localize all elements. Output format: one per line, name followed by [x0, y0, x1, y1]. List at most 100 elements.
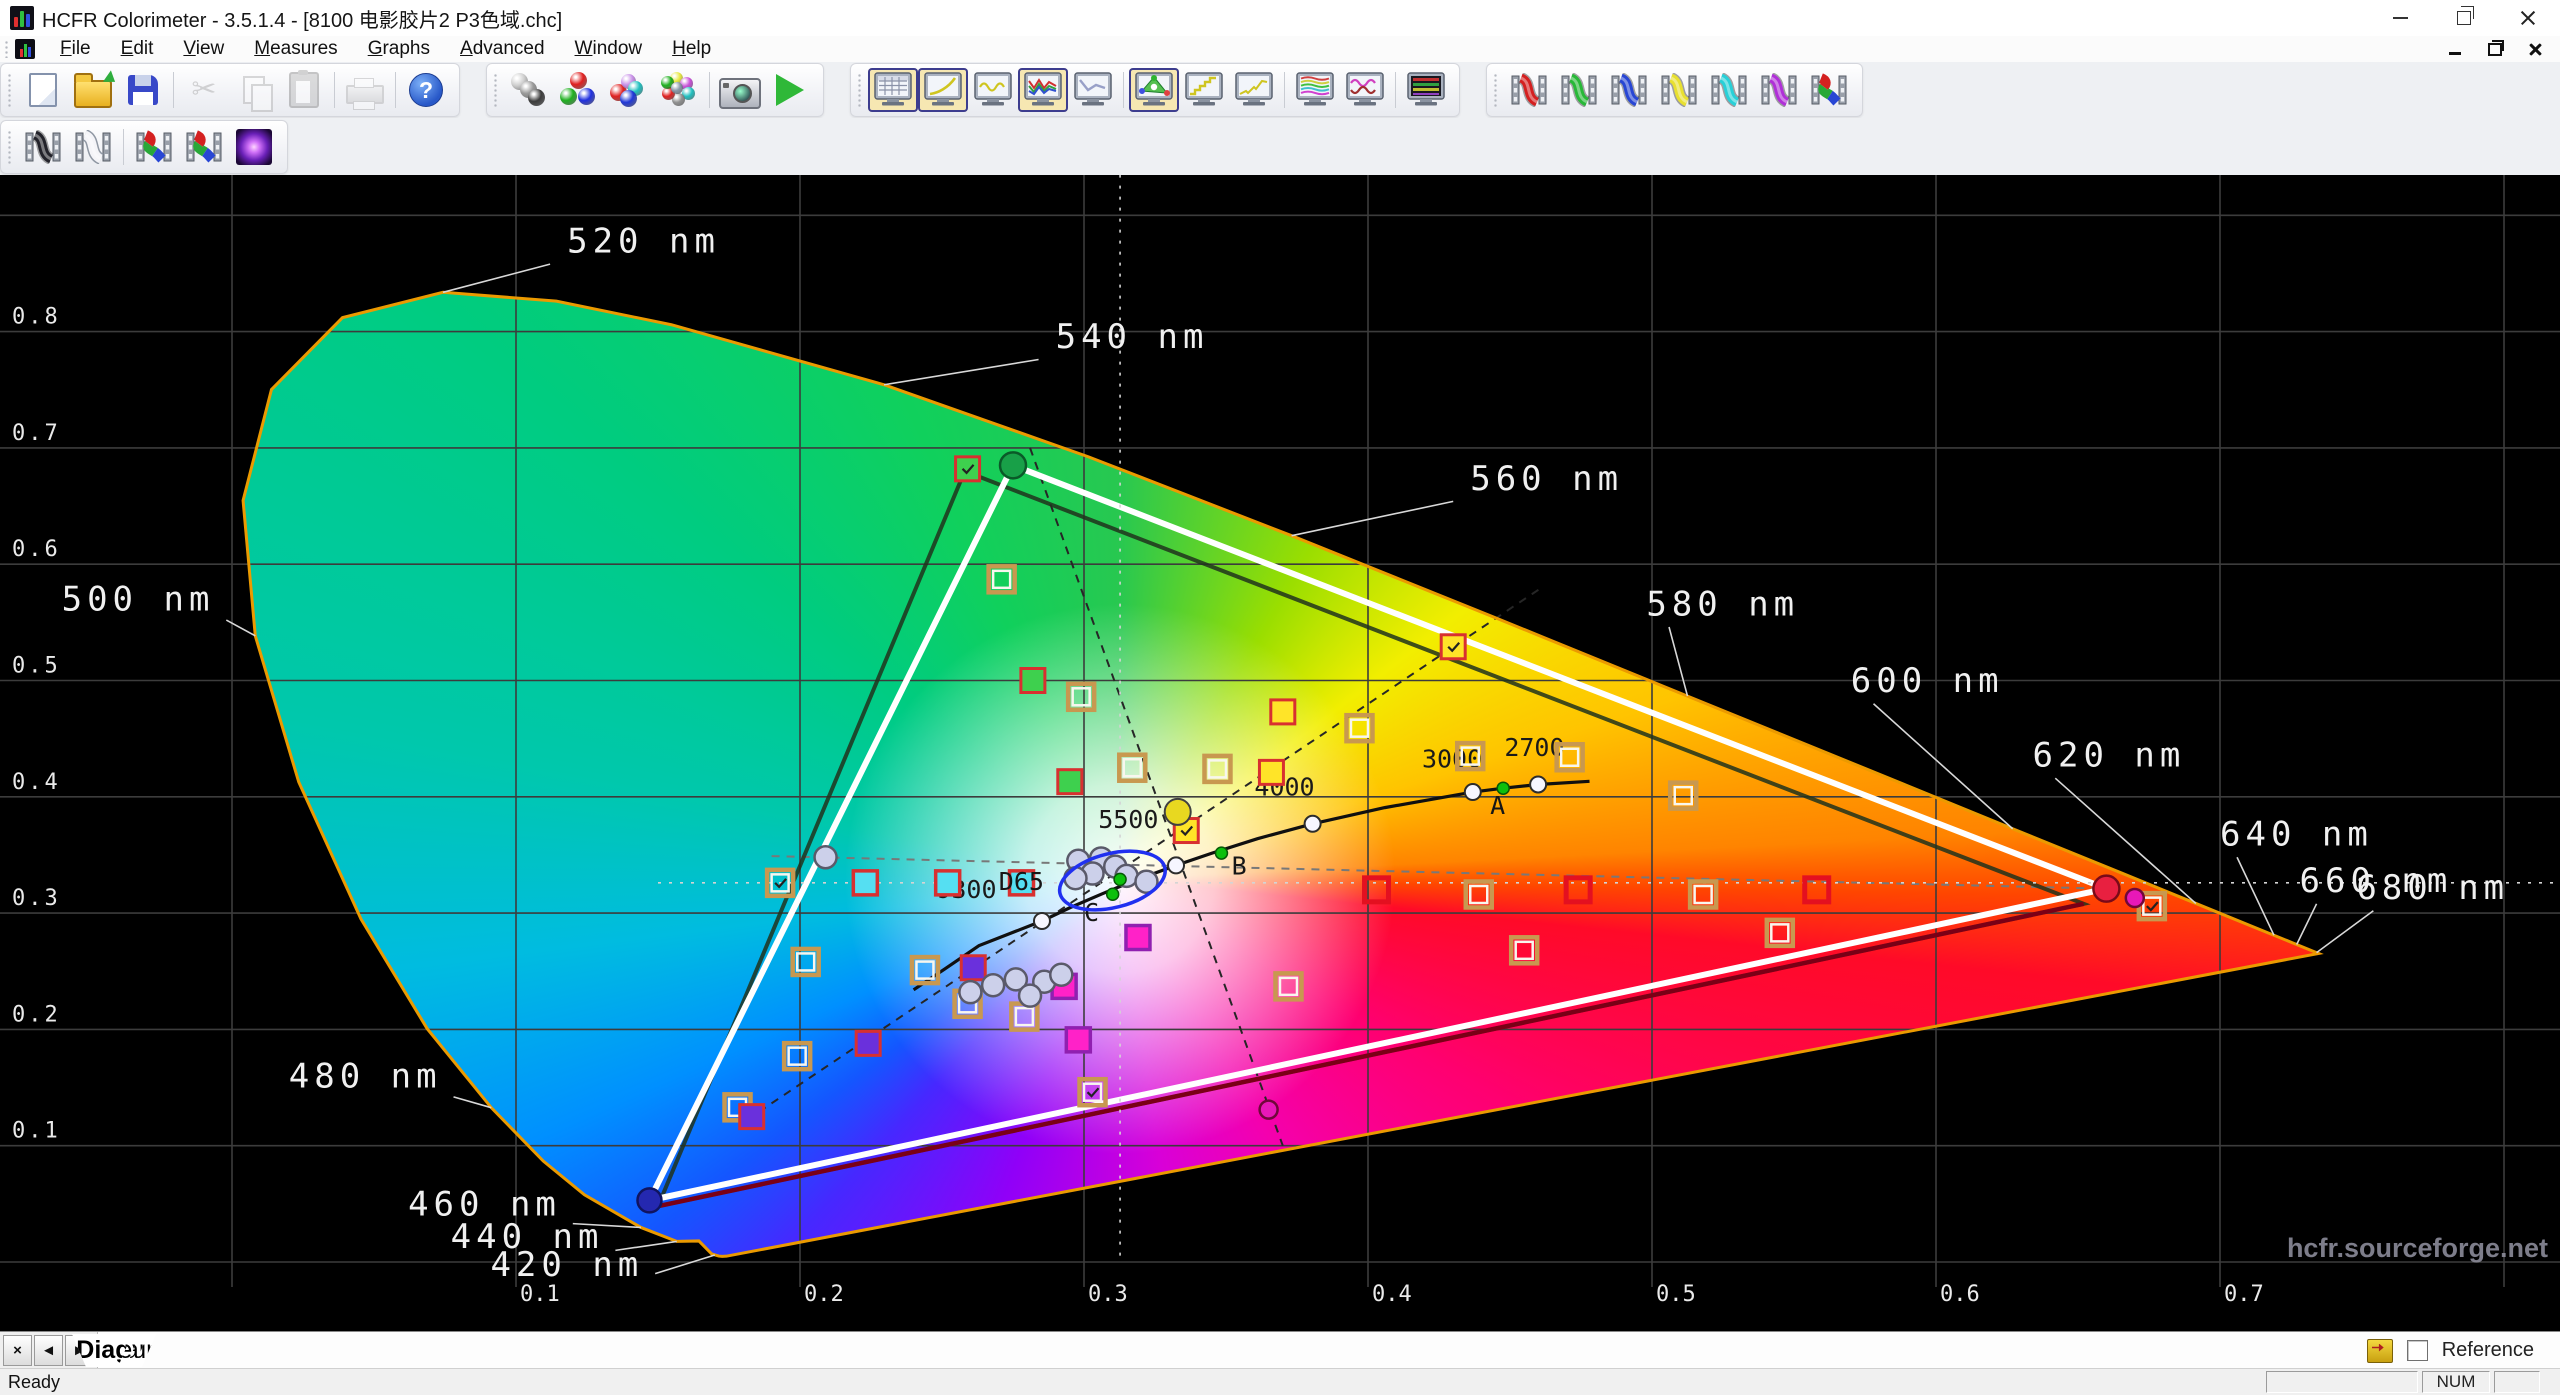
minimize-button[interactable] — [2368, 0, 2432, 36]
wavelength-label: 600 nm — [1851, 661, 2004, 701]
measure-blue-button[interactable] — [1604, 68, 1654, 112]
mdi-restore-button[interactable] — [2484, 39, 2506, 58]
floppy-icon — [128, 75, 158, 105]
cie-chart-overlay: 9300550040003000 2700ABCD65520 nm540 nm56… — [0, 175, 2560, 1307]
magenta-point-marker — [1258, 1099, 1279, 1120]
view-rgb-levels-button[interactable] — [1018, 68, 1068, 112]
measure-white-button[interactable] — [68, 125, 118, 169]
view-wave-button[interactable] — [968, 68, 1018, 112]
measure-magenta-button[interactable] — [1754, 68, 1804, 112]
menu-advanced[interactable]: Advanced — [445, 37, 560, 61]
measure-yellow-button[interactable] — [1654, 68, 1704, 112]
document-icon[interactable] — [15, 39, 35, 59]
status-bar: Ready NUM — [0, 1368, 2560, 1395]
about-button[interactable]: ? — [401, 68, 451, 112]
film-black-icon — [25, 129, 61, 164]
toolbar-grip — [493, 73, 498, 107]
illuminant-d65-point — [1113, 872, 1127, 887]
cie-diagram-view[interactable]: 9300 5500 4000 3000 2700 A B C D65 520 nm 540 nm 56… — [0, 175, 2560, 1331]
film-red-icon — [1511, 73, 1547, 107]
view-noise-button[interactable] — [1340, 68, 1390, 112]
status-pane-extra — [2494, 1371, 2540, 1393]
measure-point — [1257, 758, 1285, 786]
measure-point — [954, 455, 982, 483]
y-axis-tick-label: 0.5 — [12, 654, 61, 679]
measure-point — [959, 954, 987, 982]
menu-help[interactable]: Help — [657, 37, 726, 61]
measured-yellow-point — [1163, 797, 1192, 826]
view-display-button[interactable] — [1401, 68, 1451, 112]
monitor-bands-icon — [1296, 72, 1334, 106]
menu-file[interactable]: File — [45, 37, 106, 61]
cut-button[interactable]: ✂ — [179, 68, 229, 112]
minimize-icon — [2392, 17, 2408, 19]
measure-point — [787, 1046, 807, 1066]
measure-green-button[interactable] — [1554, 68, 1604, 112]
illuminant-b-point — [1214, 846, 1229, 860]
tab-close-button[interactable]: × — [3, 1335, 32, 1366]
toolbar-row-1: ✂? — [0, 62, 2560, 119]
x-axis-tick-label: 0.5 — [1656, 1282, 1696, 1307]
y-axis-tick-label: 0.7 — [12, 421, 61, 446]
view-measures-button[interactable] — [868, 68, 918, 112]
measure-point — [1770, 923, 1790, 943]
toolbar-separator — [395, 72, 396, 108]
color-temperature-point — [1167, 856, 1186, 875]
open-file-button[interactable] — [68, 68, 118, 112]
measure-all-colors-button[interactable] — [654, 68, 704, 112]
menu-view[interactable]: View — [168, 37, 239, 61]
close-icon — [2520, 10, 2536, 26]
toolbar-separator — [1123, 72, 1124, 108]
magenta-point-marker — [2124, 887, 2146, 909]
wavelength-leader-line — [2295, 903, 2318, 945]
view-luminance-button[interactable] — [1068, 68, 1118, 112]
run-measures-button[interactable] — [765, 68, 815, 112]
measure-red-button[interactable] — [1504, 68, 1554, 112]
mdi-close-button[interactable] — [2524, 40, 2546, 58]
blue-primary-marker — [636, 1187, 663, 1214]
red-primary-marker — [2092, 874, 2121, 903]
wavelength-label: 560 nm — [1470, 459, 1623, 499]
measure-point — [915, 960, 935, 980]
close-button[interactable] — [2496, 0, 2560, 36]
paste-button[interactable] — [279, 68, 329, 112]
menu-measures[interactable]: Measures — [239, 37, 352, 61]
menu-edit[interactable]: Edit — [106, 37, 169, 61]
snapshot-button[interactable] — [715, 68, 765, 112]
measure-grayscale-button[interactable] — [504, 68, 554, 112]
save-button[interactable] — [118, 68, 168, 112]
restore-button[interactable] — [2432, 0, 2496, 36]
measure-near-black-button[interactable] — [129, 125, 179, 169]
copy-button[interactable] — [229, 68, 279, 112]
new-file-button[interactable] — [18, 68, 68, 112]
measure-near-white-button[interactable] — [179, 125, 229, 169]
wavelength-leader-line — [2316, 910, 2374, 954]
menu-window[interactable]: Window — [560, 37, 658, 61]
mdi-close-icon — [2529, 43, 2542, 56]
measure-point — [1056, 768, 1084, 796]
measure-black-button[interactable] — [18, 125, 68, 169]
measure-secondaries-button[interactable] — [604, 68, 654, 112]
view-gamma-button[interactable] — [918, 68, 968, 112]
tab-scroll-left-button[interactable]: ◄ — [34, 1335, 63, 1366]
menu-graphs[interactable]: Graphs — [353, 37, 445, 61]
toolbar-separator — [173, 72, 174, 108]
free-measure-icon[interactable] — [2366, 1338, 2393, 1363]
print-button[interactable] — [340, 68, 390, 112]
measure-cyan-button[interactable] — [1704, 68, 1754, 112]
measure-rgb-button[interactable] — [1804, 68, 1854, 112]
contrast-button[interactable] — [229, 125, 279, 169]
measure-primaries-button[interactable] — [554, 68, 604, 112]
view-spectrum-button[interactable] — [1290, 68, 1340, 112]
view-cie-diagram-button[interactable] — [1129, 68, 1179, 112]
mdi-minimize-button[interactable] — [2444, 40, 2466, 58]
reference-checkbox[interactable] — [2406, 1340, 2428, 1361]
wavelength-label: 500 nm — [62, 580, 215, 620]
paste-icon — [289, 70, 319, 108]
toolbar-separator — [334, 72, 335, 108]
point-check-mark — [2146, 901, 2159, 912]
view-gamma2-button[interactable] — [1179, 68, 1229, 112]
film-white-icon — [75, 129, 111, 164]
view-tracking-button[interactable] — [1229, 68, 1279, 112]
wavelength-label: 620 nm — [2033, 736, 2186, 776]
